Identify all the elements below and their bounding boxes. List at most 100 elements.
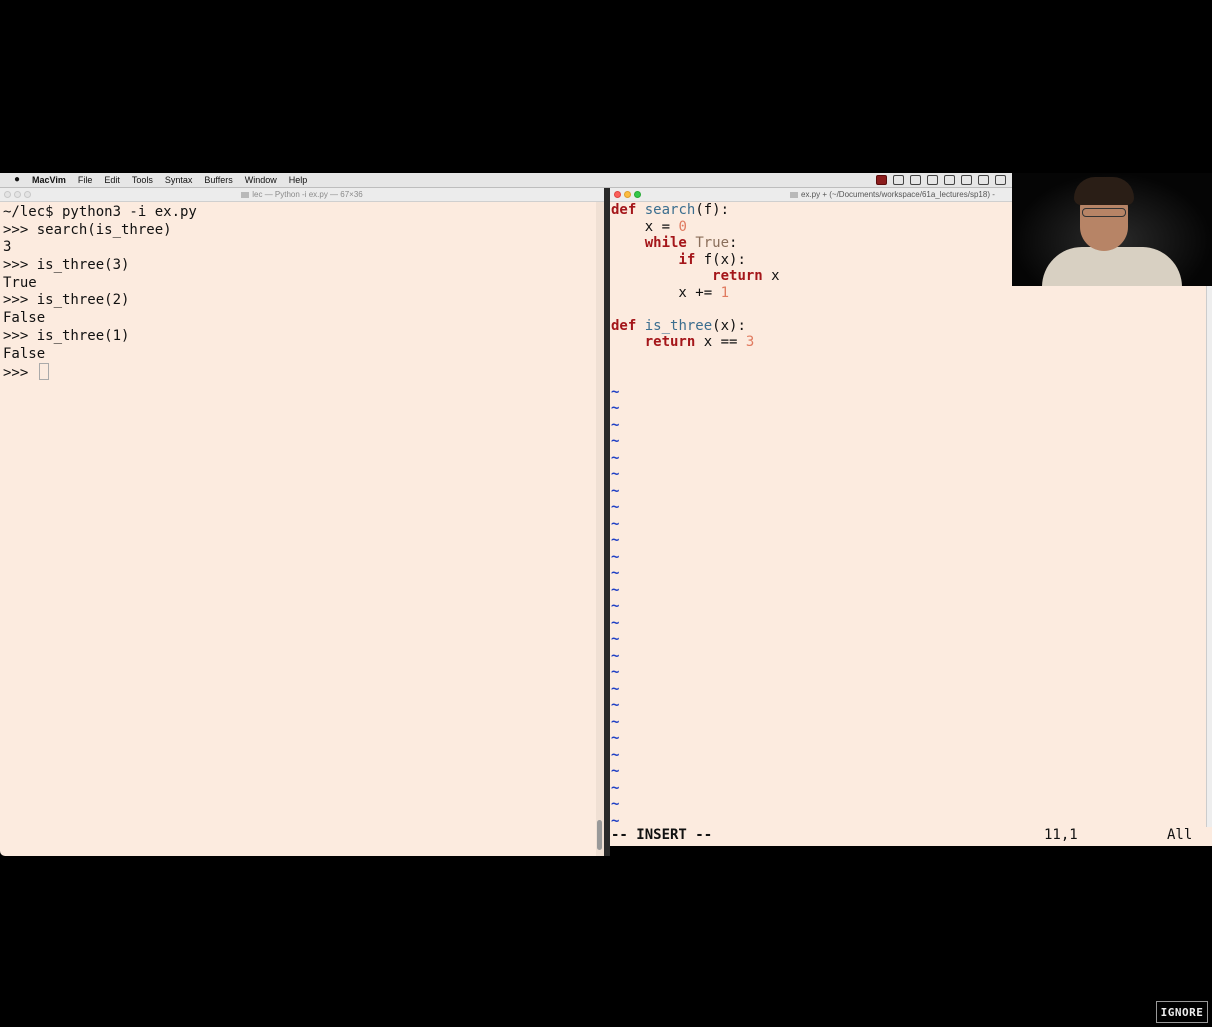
mode-indicator: -- INSERT -- bbox=[611, 827, 713, 843]
menu-bar: ● MacVim File Edit Tools Syntax Buffers … bbox=[0, 173, 1012, 188]
tilde-line: ~ bbox=[611, 614, 620, 631]
keyword: def bbox=[611, 317, 637, 334]
terminal-line: False bbox=[3, 310, 46, 327]
tilde-line: ~ bbox=[611, 763, 620, 779]
bluetooth-icon[interactable] bbox=[995, 175, 1006, 185]
zoom-button[interactable] bbox=[24, 191, 31, 198]
tilde-line: ~ bbox=[611, 730, 620, 746]
terminal-titlebar[interactable]: lec — Python -i ex.py — 67×36 bbox=[0, 188, 604, 202]
code-text: : bbox=[729, 235, 738, 251]
presenter-shirt bbox=[1042, 247, 1182, 286]
terminal-title: lec — Python -i ex.py — 67×36 bbox=[252, 190, 363, 199]
tilde-line: ~ bbox=[611, 779, 620, 796]
zoom-button[interactable] bbox=[634, 191, 641, 198]
keyword: if bbox=[678, 251, 696, 268]
menu-window[interactable]: Window bbox=[245, 173, 277, 187]
tilde-line: ~ bbox=[611, 647, 620, 664]
record-icon[interactable] bbox=[876, 175, 887, 185]
menu-buffers[interactable]: Buffers bbox=[204, 173, 232, 187]
status-icons bbox=[876, 175, 1012, 185]
tilde-line: ~ bbox=[611, 664, 620, 680]
tilde-line: ~ bbox=[611, 466, 620, 482]
vim-scrollbar[interactable] bbox=[1206, 202, 1212, 827]
note-icon[interactable] bbox=[910, 175, 921, 185]
terminal-window[interactable]: lec — Python -i ex.py — 67×36 ~/lec$ pyt… bbox=[0, 188, 604, 856]
close-button[interactable] bbox=[614, 191, 621, 198]
apple-icon[interactable]: ● bbox=[12, 175, 22, 185]
tilde-line: ~ bbox=[611, 548, 620, 565]
terminal-line: >>> is_three(1) bbox=[3, 327, 130, 344]
tilde-line: ~ bbox=[611, 697, 620, 713]
tilde-line: ~ bbox=[611, 499, 620, 515]
terminal-line: False bbox=[3, 345, 46, 362]
tilde-line: ~ bbox=[611, 680, 620, 697]
vim-window[interactable]: ex.py + (~/Documents/workspace/61a_lectu… bbox=[610, 188, 1212, 846]
keyword: def bbox=[611, 202, 637, 218]
scroll-position: All bbox=[1167, 827, 1193, 843]
code-line: def is_three(x): bbox=[611, 318, 1212, 335]
tilde-line: ~ bbox=[611, 515, 620, 532]
tilde-line: ~ bbox=[611, 565, 620, 581]
number-literal: 1 bbox=[720, 284, 730, 301]
tilde-line: ~ bbox=[611, 631, 620, 647]
terminal-cursor bbox=[38, 363, 49, 381]
tilde-line: ~ bbox=[611, 796, 620, 812]
code-text: x bbox=[762, 268, 780, 284]
menu-help[interactable]: Help bbox=[289, 173, 308, 187]
close-button[interactable] bbox=[4, 191, 11, 198]
menu-tools[interactable]: Tools bbox=[132, 173, 153, 187]
keyword: return bbox=[644, 334, 696, 350]
tilde-line: ~ bbox=[611, 383, 620, 400]
vim-title: ex.py + (~/Documents/workspace/61a_lectu… bbox=[801, 190, 995, 199]
ignore-button[interactable]: IGNORE bbox=[1156, 1001, 1208, 1023]
eye-icon[interactable] bbox=[893, 175, 904, 185]
time-machine-icon[interactable] bbox=[978, 175, 989, 185]
cursor-position: 11,1 bbox=[1044, 827, 1078, 843]
terminal-scrollbar-thumb[interactable] bbox=[597, 820, 602, 850]
terminal-prompt-line[interactable]: >>> bbox=[3, 363, 604, 381]
tilde-line: ~ bbox=[611, 482, 620, 499]
menu-edit[interactable]: Edit bbox=[104, 173, 120, 187]
tilde-line: ~ bbox=[611, 532, 620, 548]
vim-editor[interactable]: def search(f): x = 0 while True: if f(x)… bbox=[610, 202, 1212, 829]
terminal-scrollbar[interactable] bbox=[596, 202, 604, 856]
tilde-line: ~ bbox=[611, 598, 620, 614]
display-icon[interactable] bbox=[927, 175, 938, 185]
tilde-line: ~ bbox=[611, 400, 620, 416]
tilde-line: ~ bbox=[611, 416, 620, 433]
number-literal: 0 bbox=[678, 218, 687, 235]
terminal-line: >>> is_three(2) bbox=[3, 292, 130, 309]
menu-file[interactable]: File bbox=[78, 173, 93, 187]
code-text: x == bbox=[695, 334, 746, 350]
terminal-line: ~/lec$ python3 -i ex.py bbox=[3, 204, 197, 220]
tilde-line: ~ bbox=[611, 713, 620, 730]
keyword: return bbox=[712, 268, 763, 284]
empty-buffer-lines: ~ ~ ~ ~ ~ ~ ~ ~ ~ ~ ~ ~ ~ ~ ~ ~ ~ ~ ~ ~ ~ ~ ~ ~ ~ ~ ~ bbox=[611, 384, 1212, 830]
terminal-line: True bbox=[3, 274, 37, 291]
paperclip-icon[interactable] bbox=[944, 175, 955, 185]
code-text: f(x): bbox=[695, 251, 746, 268]
tilde-line: ~ bbox=[611, 433, 620, 449]
menu-app-name[interactable]: MacVim bbox=[32, 173, 66, 187]
minimize-button[interactable] bbox=[624, 191, 631, 198]
terminal-prompt: >>> bbox=[3, 365, 37, 382]
tilde-line: ~ bbox=[611, 581, 620, 598]
minimize-button[interactable] bbox=[14, 191, 21, 198]
code-text: x += bbox=[611, 284, 721, 301]
code-text: (f): bbox=[695, 202, 730, 218]
menu-syntax[interactable]: Syntax bbox=[165, 173, 193, 187]
file-icon bbox=[790, 191, 798, 198]
airplay-icon[interactable] bbox=[961, 175, 972, 185]
presenter-glasses bbox=[1082, 208, 1126, 217]
code-text: x = bbox=[611, 218, 679, 235]
vim-statusline: -- INSERT -- 11,1 All bbox=[610, 827, 1212, 844]
terminal-output[interactable]: ~/lec$ python3 -i ex.py >>> search(is_th… bbox=[0, 202, 604, 381]
terminal-line: >>> search(is_three) bbox=[3, 221, 172, 238]
